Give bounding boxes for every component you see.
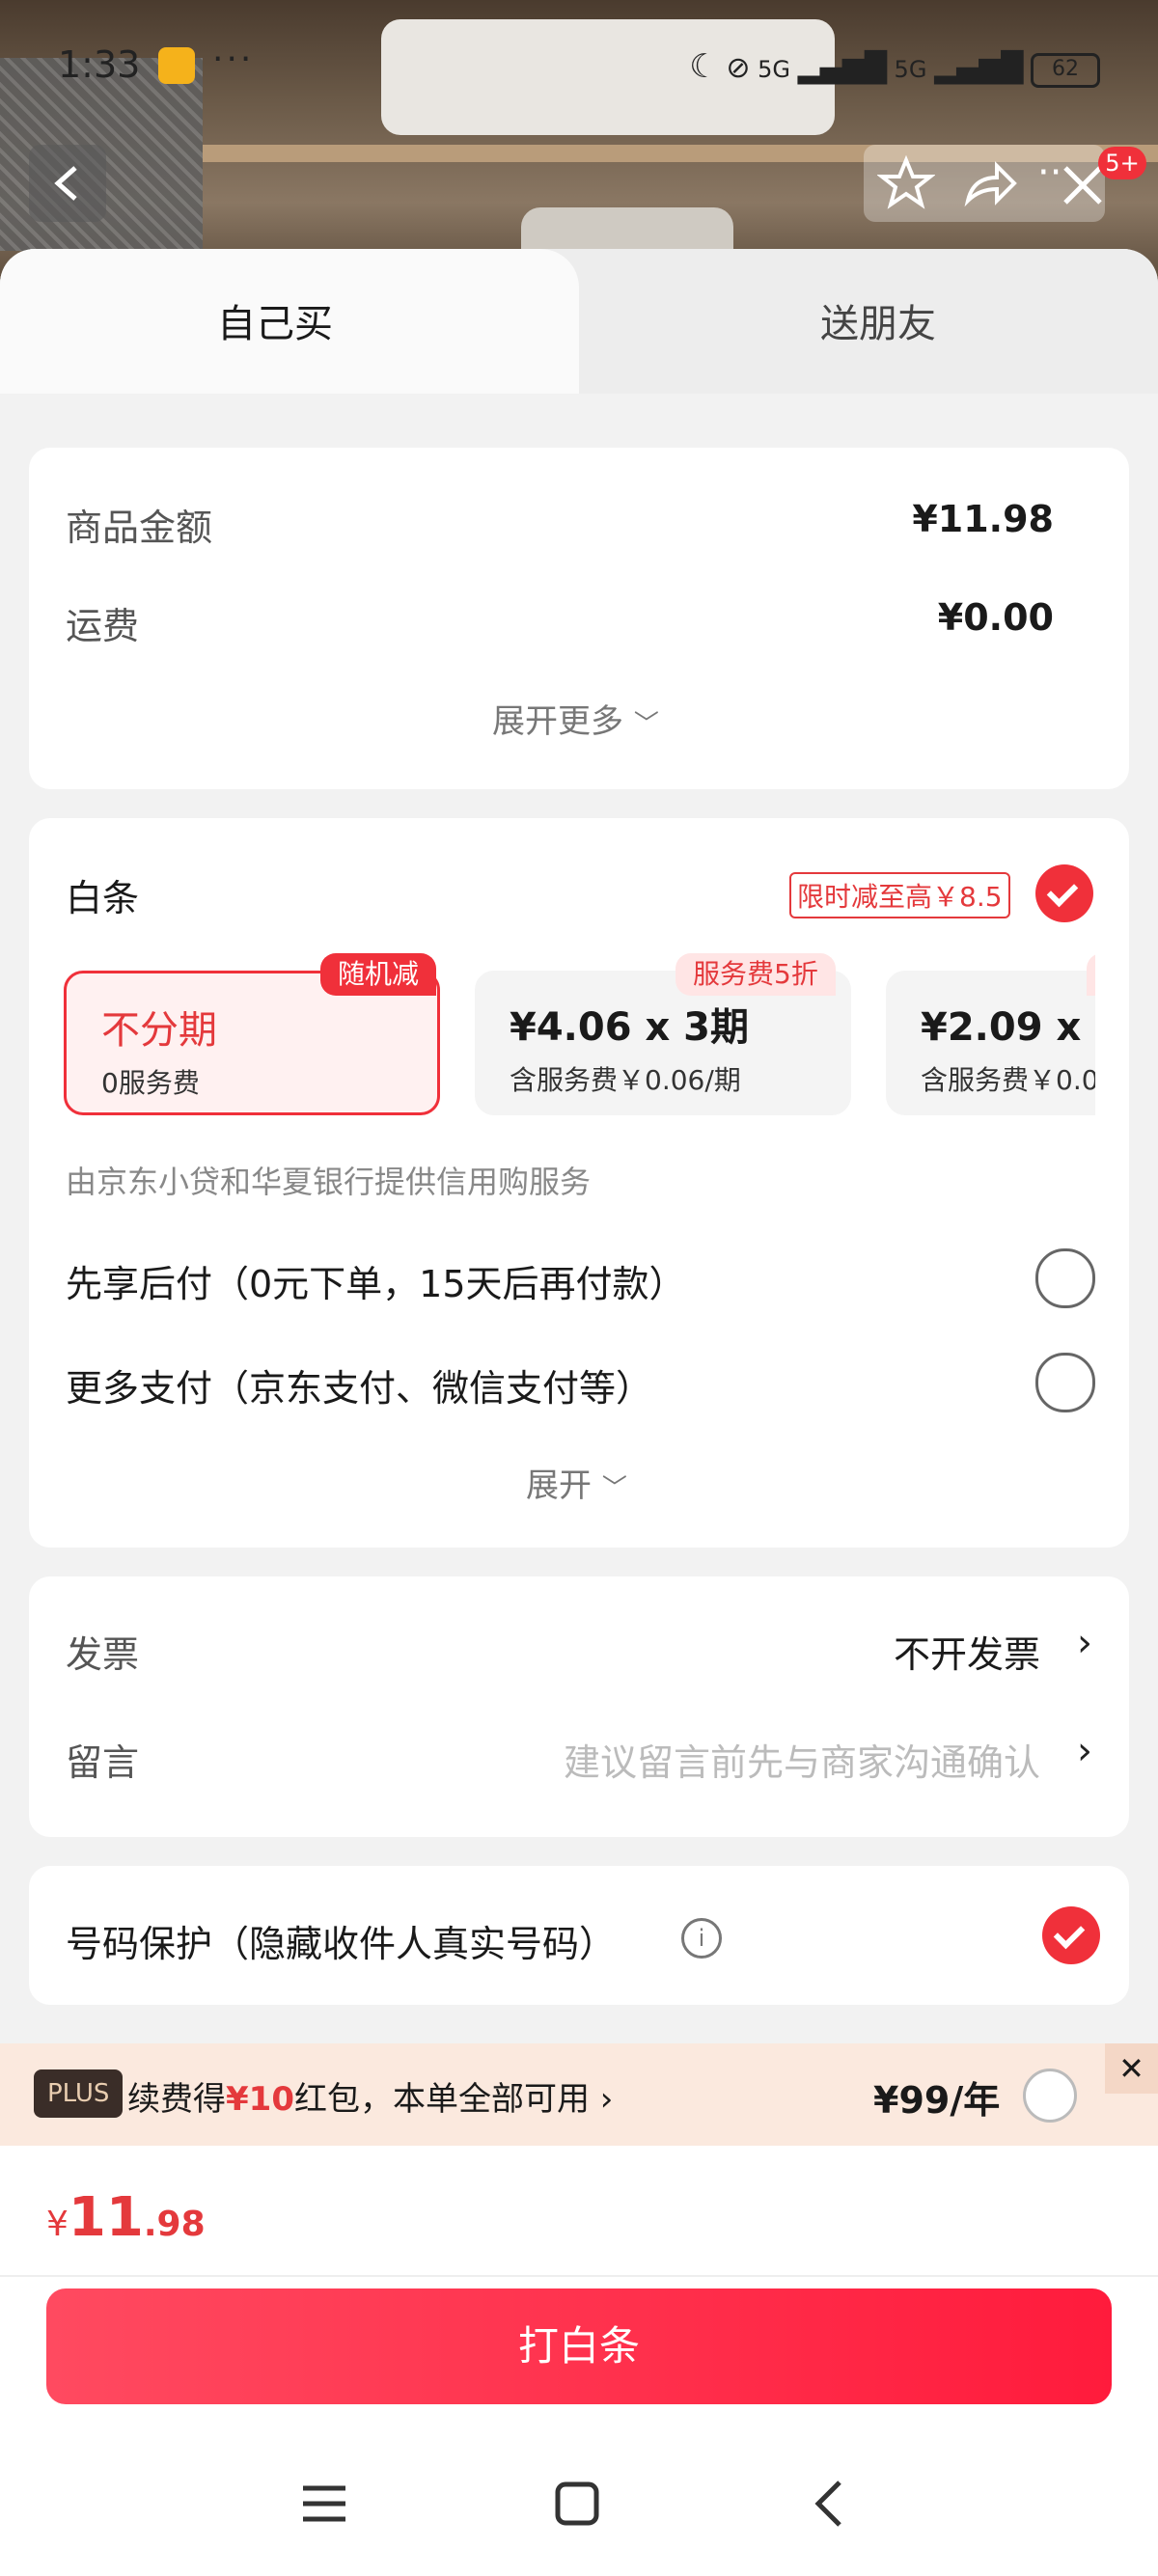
privacy-label: 号码保护（隐藏收件人真实号码） <box>66 1923 617 1965</box>
tab-self-buy[interactable]: 自己买 <box>0 249 579 394</box>
privacy-check-icon[interactable] <box>1042 1906 1100 1964</box>
installment-badge-partial <box>1087 953 1095 996</box>
shipping-label: 运费 <box>66 605 140 647</box>
status-right-icons: ☾ ⊘ 5G ▂▄▆█ 5G ▂▄▆█ 62 <box>689 47 1100 88</box>
random-discount-badge: 随机减 <box>320 953 437 996</box>
total-int: 11 <box>68 2186 144 2249</box>
divider <box>0 2275 1158 2277</box>
plus-text-suffix: 红包，本单全部可用 <box>293 2080 590 2119</box>
shipping-value: ¥0.00 <box>937 596 1054 639</box>
close-icon[interactable] <box>1062 164 1104 206</box>
status-time: 1:33 <box>58 43 141 86</box>
chevron-right-icon: › <box>1077 1729 1092 1773</box>
chevron-down-icon: ﹀ <box>601 1474 627 1503</box>
moon-icon: ☾ <box>689 47 719 86</box>
service-fee-badge: 服务费5折 <box>676 953 836 996</box>
top-action-group: ·· <box>864 145 1105 222</box>
tab-gift-friend[interactable]: 送朋友 <box>579 249 1158 394</box>
installment-option-6[interactable]: ¥2.09 x 6期 含服务费￥0.0 <box>886 971 1095 1115</box>
signal-a-icon: ▂▄▆█ <box>797 51 887 85</box>
plus-renewal-bar[interactable]: PLUS 续费得¥10红包，本单全部可用 › ¥99/年 ✕ <box>0 2043 1158 2146</box>
more-payment-label: 更多支付（京东支付、微信支付等） <box>66 1367 653 1410</box>
message-row[interactable]: 留言 建议留言前先与商家沟通确认 › <box>29 1702 1129 1827</box>
pay-later-radio[interactable] <box>1035 1248 1095 1308</box>
price-summary-card: 商品金额 ¥11.98 运费 ¥0.00 展开更多 ﹀ <box>29 448 1129 789</box>
expand-payment-button[interactable]: 展开 ﹀ <box>526 1459 627 1506</box>
chevron-down-icon: ﹀ <box>633 710 659 739</box>
more-payment-radio[interactable] <box>1035 1353 1095 1412</box>
back-nav-icon[interactable] <box>805 2479 855 2529</box>
pay-later-label: 先享后付（0元下单，15天后再付款） <box>66 1263 686 1305</box>
plus-text-prefix: 续费得 <box>127 2080 226 2119</box>
invoice-label: 发票 <box>66 1633 140 1676</box>
message-label: 留言 <box>66 1741 140 1784</box>
notification-badge: 5+ <box>1098 147 1146 179</box>
app-notification-icon <box>158 47 195 84</box>
tab-bar: 自己买 送朋友 <box>0 249 1158 394</box>
more-notifications-icon: ··· <box>212 40 255 79</box>
installment-option-title: ¥4.06 x 3期 <box>510 1005 750 1050</box>
plus-price: ¥99/年 <box>873 2079 1001 2122</box>
plus-radio[interactable] <box>1023 2069 1077 2123</box>
menu-icon[interactable] <box>299 2479 349 2529</box>
total-currency: ¥ <box>46 2205 69 2244</box>
invoice-card: 发票 不开发票 › 留言 建议留言前先与商家沟通确认 › <box>29 1576 1129 1837</box>
total-dec: .98 <box>143 2205 206 2244</box>
message-placeholder: 建议留言前先与商家沟通确认 <box>563 1741 1040 1784</box>
pay-button[interactable]: 打白条 <box>46 2288 1112 2404</box>
installment-scroller[interactable]: 不分期 0服务费 随机减 ¥4.06 x 3期 含服务费￥0.06/期 服务费5… <box>29 818 1095 1137</box>
close-icon[interactable]: ✕ <box>1105 2043 1158 2094</box>
invoice-row[interactable]: 发票 不开发票 › <box>29 1576 1129 1702</box>
chevron-right-icon: › <box>599 2080 614 2119</box>
tab-gift-friend-label: 送朋友 <box>820 302 936 346</box>
installment-option-title: 不分期 <box>101 1008 217 1053</box>
chevron-right-icon: › <box>1077 1621 1092 1665</box>
goods-amount-value: ¥11.98 <box>912 498 1054 540</box>
signal-b-icon: ▂▄▆█ <box>934 51 1024 85</box>
provider-note: 由京东小贷和华夏银行提供信用购服务 <box>66 1164 592 1200</box>
payment-card: 白条 限时减至高￥8.5 不分期 0服务费 随机减 ¥4.06 x 3期 含服务… <box>29 818 1129 1548</box>
signal-b-label: 5G <box>894 56 927 83</box>
privacy-card: 号码保护（隐藏收件人真实号码） i <box>29 1866 1129 2005</box>
mute-icon: ⊘ <box>726 51 751 85</box>
star-icon[interactable] <box>877 154 935 212</box>
installment-option-subtitle: 含服务费￥0.0 <box>921 1064 1095 1096</box>
plus-promo-text: 续费得¥10红包，本单全部可用 › <box>127 2072 613 2120</box>
invoice-value: 不开发票 <box>893 1633 1040 1676</box>
share-icon[interactable] <box>960 156 1018 210</box>
tab-self-buy-label: 自己买 <box>217 302 333 346</box>
back-button[interactable] <box>29 145 106 222</box>
checkout-footer: ¥11.98 打白条 <box>0 2146 1158 2576</box>
expand-more-label: 展开更多 <box>492 702 623 741</box>
status-bar: 1:33 ··· ☾ ⊘ 5G ▂▄▆█ 5G ▂▄▆█ 62 <box>58 40 1100 92</box>
plus-logo: PLUS <box>34 2069 124 2118</box>
plus-text-amount: ¥10 <box>226 2080 294 2119</box>
battery-icon: 62 <box>1031 53 1100 88</box>
info-icon[interactable]: i <box>681 1918 722 1959</box>
installment-option-title: ¥2.09 x 6期 <box>921 1005 1095 1050</box>
chevron-left-icon <box>54 166 77 201</box>
installment-option-subtitle: 0服务费 <box>101 1067 200 1099</box>
expand-payment-label: 展开 <box>526 1466 592 1505</box>
home-icon[interactable] <box>552 2479 602 2529</box>
total-price: ¥11.98 <box>46 2186 206 2249</box>
goods-amount-label: 商品金额 <box>66 507 213 549</box>
signal-a-label: 5G <box>758 56 790 83</box>
expand-more-button[interactable]: 展开更多 ﹀ <box>492 695 659 742</box>
installment-option-subtitle: 含服务费￥0.06/期 <box>510 1064 741 1096</box>
more-icon[interactable]: ·· <box>1037 151 1062 195</box>
